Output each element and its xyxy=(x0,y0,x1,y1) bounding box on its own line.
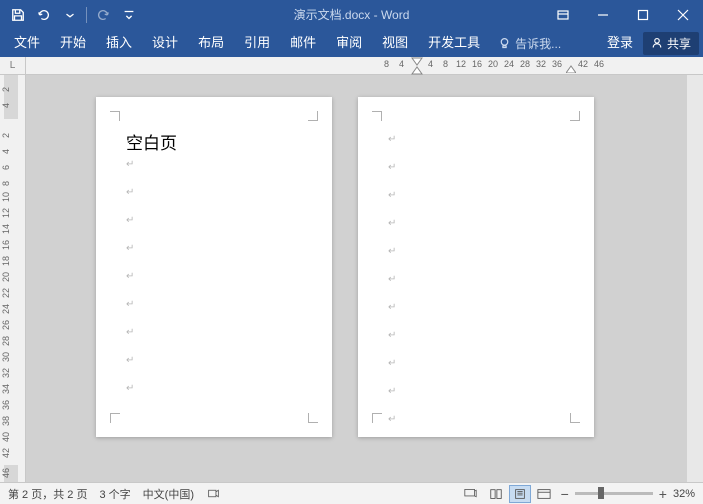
crop-mark xyxy=(308,413,318,423)
scrollbar-thumb[interactable] xyxy=(689,89,701,309)
qat-separator xyxy=(86,7,87,23)
paragraph-mark: ↵ xyxy=(388,129,564,157)
paragraph-mark: ↵ xyxy=(126,238,302,266)
redo-button[interactable] xyxy=(91,3,115,27)
zoom-out-button[interactable]: − xyxy=(561,486,569,502)
zoom-thumb[interactable] xyxy=(598,487,604,499)
language-indicator[interactable]: 中文(中国) xyxy=(143,486,194,502)
crop-mark xyxy=(372,111,382,121)
print-layout-button[interactable] xyxy=(509,485,531,503)
crop-mark xyxy=(110,111,120,121)
tab-references[interactable]: 引用 xyxy=(234,29,280,57)
paragraph-mark: ↵ xyxy=(126,350,302,378)
save-button[interactable] xyxy=(6,3,30,27)
tab-view[interactable]: 视图 xyxy=(372,29,418,57)
window-controls xyxy=(543,0,703,29)
ribbon-display-button[interactable] xyxy=(543,0,583,29)
paragraph-mark: ↵ xyxy=(126,378,302,406)
paragraph-mark: ↵ xyxy=(126,294,302,322)
zoom-level[interactable]: 32% xyxy=(673,488,695,500)
undo-button[interactable] xyxy=(32,3,56,27)
person-icon xyxy=(651,37,663,49)
paragraph-mark: ↵ xyxy=(388,213,564,241)
crop-mark xyxy=(570,111,580,121)
tab-file[interactable]: 文件 xyxy=(4,29,50,57)
title-bar: 演示文档.docx - Word xyxy=(0,0,703,29)
status-right: − + 32% xyxy=(463,485,695,503)
paragraph-mark: ↵ xyxy=(388,297,564,325)
maximize-button[interactable] xyxy=(623,0,663,29)
vertical-scrollbar[interactable] xyxy=(687,75,703,482)
status-bar: 第 2 页，共 2 页 3 个字 中文(中国) − + 32% xyxy=(0,482,703,504)
tab-developer[interactable]: 开发工具 xyxy=(418,29,490,57)
tab-review[interactable]: 审阅 xyxy=(326,29,372,57)
paragraph-mark: ↵ xyxy=(126,210,302,238)
zoom-slider: − + xyxy=(561,486,667,502)
page-content[interactable]: ↵↵↵↵↵↵↵↵↵↵↵ xyxy=(388,129,564,437)
tab-layout[interactable]: 布局 xyxy=(188,29,234,57)
paragraph-mark: ↵ xyxy=(388,325,564,353)
tell-me-search[interactable]: 告诉我... xyxy=(490,35,569,52)
zoom-track[interactable] xyxy=(575,492,653,495)
paragraph-mark: ↵ xyxy=(388,241,564,269)
document-canvas[interactable]: 空白页 ↵↵↵↵↵↵↵↵↵ ↵↵↵↵↵↵↵↵↵↵↵ xyxy=(26,75,703,482)
paragraph-mark: ↵ xyxy=(126,266,302,294)
paragraph-mark: ↵ xyxy=(126,154,302,182)
zoom-in-button[interactable]: + xyxy=(659,486,667,502)
tab-mailings[interactable]: 邮件 xyxy=(280,29,326,57)
tab-design[interactable]: 设计 xyxy=(142,29,188,57)
paragraph-mark: ↵ xyxy=(388,269,564,297)
display-settings-icon[interactable] xyxy=(463,486,479,502)
undo-menu-button[interactable] xyxy=(58,3,82,27)
quick-access-toolbar xyxy=(0,3,141,27)
page-content[interactable]: 空白页 ↵↵↵↵↵↵↵↵↵ xyxy=(126,129,302,406)
qat-customize-button[interactable] xyxy=(117,3,141,27)
paragraph-mark: ↵ xyxy=(388,381,564,409)
web-layout-button[interactable] xyxy=(533,485,555,503)
signin-button[interactable]: 登录 xyxy=(597,29,643,57)
paragraph-mark: ↵ xyxy=(388,157,564,185)
lightbulb-icon xyxy=(498,37,511,50)
tab-insert[interactable]: 插入 xyxy=(96,29,142,57)
macro-recording-icon[interactable] xyxy=(206,486,222,502)
horizontal-ruler[interactable]: L 8 4 4 8 12 16 20 24 28 32 36 42 46 xyxy=(0,57,703,75)
ribbon-tabs: 文件 开始 插入 设计 布局 引用 邮件 审阅 视图 开发工具 告诉我... 登… xyxy=(0,29,703,57)
crop-mark xyxy=(372,413,382,423)
page-text: 空白页 xyxy=(126,129,302,154)
share-button[interactable]: 共享 xyxy=(643,32,699,55)
minimize-button[interactable] xyxy=(583,0,623,29)
vertical-ruler[interactable]: 2 4 2 4 6 8 10 12 14 16 18 20 22 24 26 2… xyxy=(0,75,26,482)
tell-me-label: 告诉我... xyxy=(515,35,561,52)
tab-home[interactable]: 开始 xyxy=(50,29,96,57)
read-mode-button[interactable] xyxy=(485,485,507,503)
page-indicator[interactable]: 第 2 页，共 2 页 xyxy=(8,486,87,502)
first-line-indent-marker[interactable] xyxy=(411,57,423,75)
ruler-margin-top xyxy=(4,75,18,119)
page-1[interactable]: 空白页 ↵↵↵↵↵↵↵↵↵ xyxy=(96,97,332,437)
share-label: 共享 xyxy=(667,35,691,52)
ruler-ticks: 8 4 4 8 12 16 20 24 28 32 36 42 46 xyxy=(26,57,703,74)
crop-mark xyxy=(110,413,120,423)
close-button[interactable] xyxy=(663,0,703,29)
crop-mark xyxy=(570,413,580,423)
page-2[interactable]: ↵↵↵↵↵↵↵↵↵↵↵ xyxy=(358,97,594,437)
paragraph-mark: ↵ xyxy=(388,353,564,381)
paragraph-mark: ↵ xyxy=(388,409,564,437)
view-buttons xyxy=(485,485,555,503)
right-indent-marker[interactable] xyxy=(566,65,576,73)
tab-selector[interactable]: L xyxy=(0,57,26,74)
paragraph-mark: ↵ xyxy=(388,185,564,213)
word-count[interactable]: 3 个字 xyxy=(99,486,130,502)
main-area: 2 4 2 4 6 8 10 12 14 16 18 20 22 24 26 2… xyxy=(0,75,703,482)
crop-mark xyxy=(308,111,318,121)
paragraph-mark: ↵ xyxy=(126,322,302,350)
paragraph-mark: ↵ xyxy=(126,182,302,210)
